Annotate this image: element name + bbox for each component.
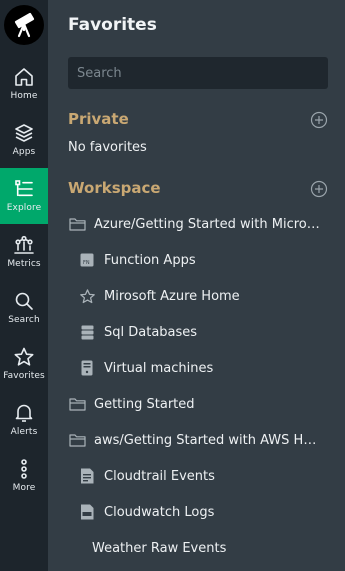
folder-label: aws/Getting Started with AWS Health [94, 432, 323, 448]
apps-icon [15, 124, 33, 142]
favorite-label: Function Apps [104, 252, 196, 268]
nav-alerts[interactable]: Alerts [0, 392, 48, 448]
nav-explore-label: Explore [6, 203, 42, 213]
nav-alerts-label: Alerts [10, 427, 38, 437]
nav-apps[interactable]: Apps [0, 112, 48, 168]
favorite-function-apps[interactable]: FN Function Apps [78, 246, 323, 274]
folder-icon [68, 215, 86, 233]
folder-getting-started[interactable]: Getting Started [68, 390, 323, 418]
nav-favorites[interactable]: Favorites [0, 336, 48, 392]
nav-search[interactable]: Search [0, 280, 48, 336]
database-icon [78, 323, 96, 341]
folder-label: Azure/Getting Started with Microsoft Azu… [94, 216, 323, 232]
folder-label: Getting Started [94, 396, 195, 412]
favorite-weather-raw-events[interactable]: Weather Raw Events [92, 534, 323, 562]
nav-rail: Home Apps Explore Metrics Search Favorit… [0, 0, 48, 571]
more-icon [21, 459, 27, 479]
nav-home[interactable]: Home [0, 56, 48, 112]
nav-favorites-label: Favorites [3, 371, 45, 381]
private-section-header: Private [68, 110, 129, 128]
folder-aws-getting-started[interactable]: aws/Getting Started with AWS Health [68, 426, 323, 454]
fn-dashboard-icon: FN [78, 251, 96, 269]
favorite-cloudtrail-events[interactable]: Cloudtrail Events [78, 462, 323, 490]
log-document-icon [78, 467, 96, 485]
metrics-icon [14, 235, 34, 254]
nav-more-label: More [12, 483, 36, 493]
search-icon [15, 292, 33, 310]
nav-search-label: Search [8, 315, 40, 325]
favorite-label: Cloudtrail Events [104, 468, 215, 484]
folder-icon [68, 395, 86, 413]
favorite-label: Weather Raw Events [92, 540, 227, 556]
bell-icon [15, 404, 33, 422]
favorites-panel: Favorites Private No favorites Workspace… [48, 0, 345, 571]
workspace-section-header: Workspace [68, 179, 161, 197]
nav-home-label: Home [10, 91, 38, 101]
favorite-label: Sql Databases [104, 324, 198, 340]
explore-icon [15, 180, 33, 197]
search-input[interactable] [68, 57, 328, 89]
telescope-logo-icon[interactable] [4, 5, 44, 45]
nav-apps-label: Apps [12, 147, 36, 157]
add-private-favorite-icon[interactable] [310, 111, 328, 129]
favorite-azure-home[interactable]: Mirosoft Azure Home [78, 282, 323, 310]
private-empty-text: No favorites [68, 140, 147, 155]
add-workspace-favorite-icon[interactable] [310, 180, 328, 198]
json-document-icon [78, 503, 96, 521]
nav-metrics-label: Metrics [7, 259, 41, 269]
nav-explore[interactable]: Explore [0, 168, 48, 224]
favorite-label: Virtual machines [104, 360, 214, 376]
nav-metrics[interactable]: Metrics [0, 224, 48, 280]
panel-title: Favorites [68, 15, 157, 35]
home-icon [15, 68, 33, 86]
folder-azure-getting-started[interactable]: Azure/Getting Started with Microsoft Azu… [68, 210, 323, 238]
star-icon [14, 347, 34, 366]
favorite-label: Mirosoft Azure Home [104, 288, 240, 304]
nav-more[interactable]: More [0, 448, 48, 504]
favorite-virtual-machines[interactable]: Virtual machines [78, 354, 323, 382]
star-outline-icon [78, 287, 96, 305]
favorite-label: Cloudwatch Logs [104, 504, 215, 520]
folder-icon [68, 431, 86, 449]
server-icon [78, 359, 96, 377]
svg-text:FN: FN [83, 260, 90, 266]
favorite-sql-databases[interactable]: Sql Databases [78, 318, 323, 346]
favorite-cloudwatch-logs[interactable]: Cloudwatch Logs [78, 498, 323, 526]
